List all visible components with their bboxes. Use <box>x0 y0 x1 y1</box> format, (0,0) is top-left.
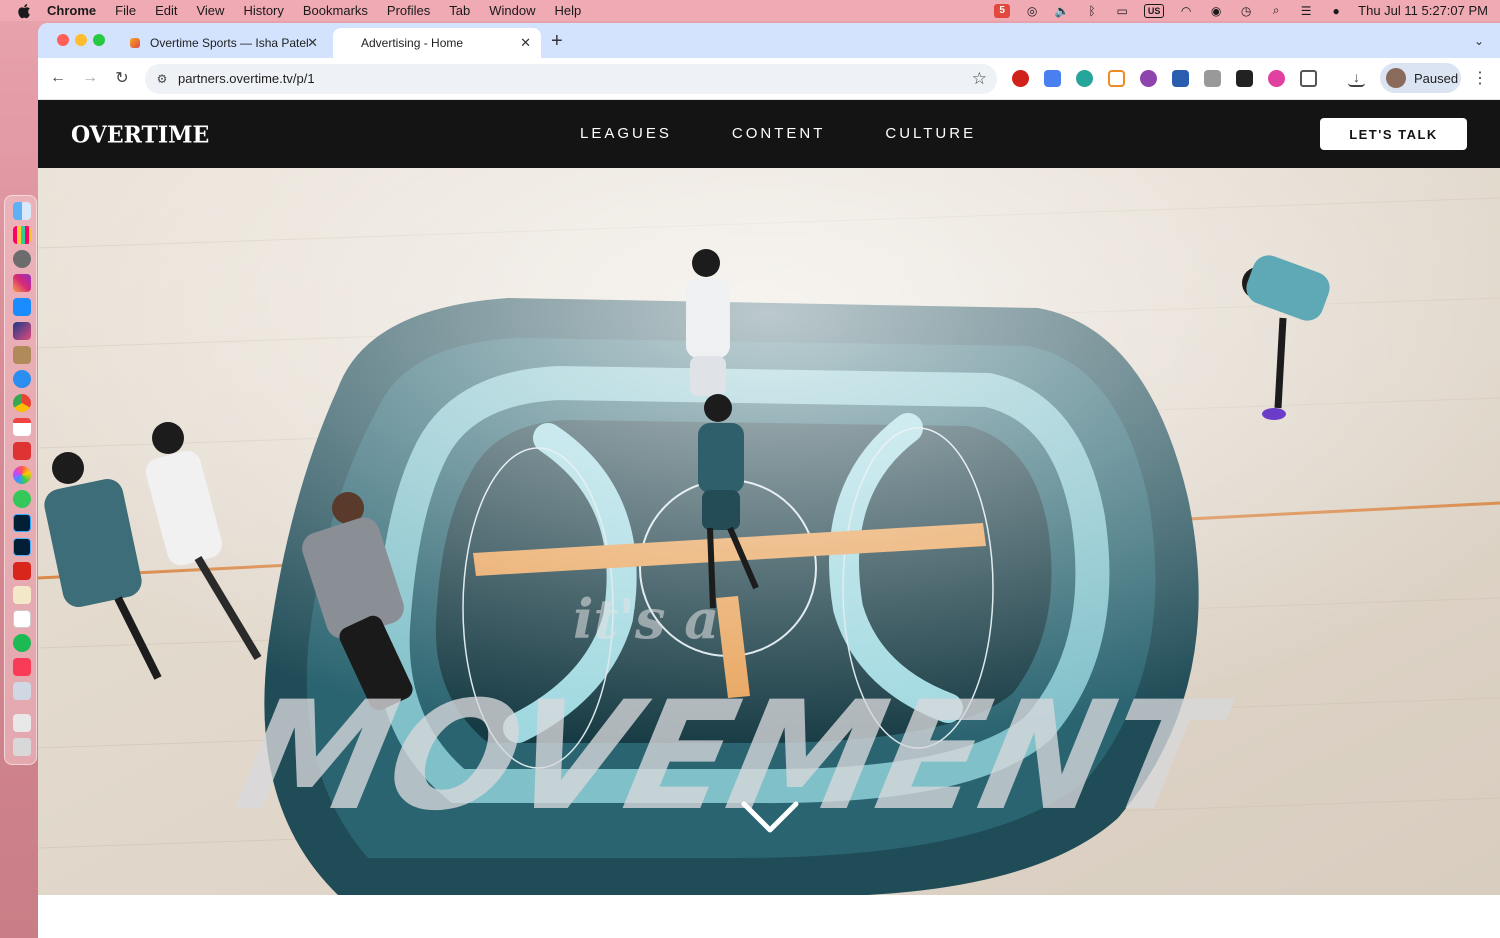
menu-profiles[interactable]: Profiles <box>387 3 430 18</box>
macos-menu-bar: Chrome File Edit View History Bookmarks … <box>0 0 1500 21</box>
new-tab-button[interactable]: + <box>551 30 563 53</box>
messages-icon[interactable] <box>13 490 31 508</box>
launchpad-icon[interactable] <box>13 226 31 244</box>
menu-clock[interactable]: Thu Jul 11 5:27:07 PM <box>1358 3 1488 18</box>
user-icon[interactable]: ◉ <box>1208 4 1224 18</box>
overlay-its-a-text: it's a <box>573 587 719 651</box>
overlay-movement-text: MOVEMENT <box>224 669 1241 844</box>
menu-tab[interactable]: Tab <box>449 3 470 18</box>
profile-button[interactable]: Paused <box>1380 63 1461 93</box>
hero-court-illustration: it's a MOVEMENT <box>38 168 1500 895</box>
time-machine-icon[interactable]: ◷ <box>1238 4 1254 18</box>
m-extension-icon[interactable] <box>1076 70 1093 87</box>
close-window-button[interactable] <box>57 34 69 46</box>
photoshop-icon[interactable] <box>13 514 31 532</box>
tab-advertising-home[interactable]: Advertising - Home ✕ <box>333 28 541 58</box>
instagram-app-icon[interactable] <box>13 274 31 292</box>
app-store-icon[interactable] <box>13 298 31 316</box>
translate-extension-icon[interactable] <box>1044 70 1061 87</box>
apple-icon[interactable] <box>17 3 31 19</box>
address-bar[interactable]: ⚙ partners.overtime.tv/p/1 ☆ <box>145 64 997 94</box>
notes-folder-icon[interactable] <box>13 586 31 604</box>
page-content-below-fold <box>38 895 1500 938</box>
menu-history[interactable]: History <box>243 3 283 18</box>
screen-recorder-icon[interactable] <box>13 322 31 340</box>
bookmark-star-icon[interactable]: ☆ <box>972 69 987 89</box>
overtime-logo[interactable]: OVERTIME <box>71 121 209 148</box>
profile-status-label: Paused <box>1414 70 1459 86</box>
downloads-icon[interactable]: ↓ <box>1348 70 1365 87</box>
tab-strip: Overtime Sports — Isha Patel ✕ Advertisi… <box>38 23 1500 58</box>
menu-help[interactable]: Help <box>555 3 582 18</box>
spotify-icon[interactable] <box>13 634 31 652</box>
tab-title: Overtime Sports — Isha Patel <box>150 36 309 50</box>
nav-link-content[interactable]: CONTENT <box>732 125 826 142</box>
re-extension-icon[interactable] <box>1172 70 1189 87</box>
dock <box>4 195 37 765</box>
grey-extension-icon[interactable] <box>1204 70 1221 87</box>
font-extension-icon[interactable] <box>1236 70 1253 87</box>
tab-title: Advertising - Home <box>361 36 464 50</box>
browser-toolbar: ← → ↻ ⚙ partners.overtime.tv/p/1 ☆ ↓ Pau… <box>38 58 1500 100</box>
lets-talk-button[interactable]: LET'S TALK <box>1320 118 1467 150</box>
wifi-icon[interactable]: ◠ <box>1178 4 1194 18</box>
control-center-icon[interactable]: ☰ <box>1298 4 1314 18</box>
freeform-icon[interactable] <box>13 610 31 628</box>
chrome-menu-icon[interactable]: ⋮ <box>1472 68 1488 88</box>
menu-window[interactable]: Window <box>489 3 535 18</box>
address-url[interactable]: partners.overtime.tv/p/1 <box>178 71 315 86</box>
spotlight-search-icon[interactable]: ⌕ <box>1268 3 1284 18</box>
back-button[interactable]: ← <box>48 68 68 88</box>
tab-search-chevron-icon[interactable]: ⌄ <box>1468 30 1490 52</box>
extensions-puzzle-icon[interactable] <box>1300 70 1317 87</box>
menu-view[interactable]: View <box>196 3 224 18</box>
purple-extension-icon[interactable] <box>1140 70 1157 87</box>
hero-video: it's a MOVEMENT <box>38 168 1500 895</box>
zoom-window-button[interactable] <box>93 34 105 46</box>
site-header: OVERTIME LEAGUES CONTENT CULTURE LET'S T… <box>38 100 1500 168</box>
music-icon[interactable] <box>13 658 31 676</box>
calendar-icon[interactable] <box>13 418 31 436</box>
tab-overtime-sports[interactable]: Overtime Sports — Isha Patel ✕ <box>118 28 328 58</box>
battery-icon[interactable]: ▭ <box>1114 4 1130 18</box>
nav-link-leagues[interactable]: LEAGUES <box>580 125 672 142</box>
html5-status-icon[interactable]: 5 <box>994 3 1011 18</box>
preview-icon[interactable] <box>13 682 31 700</box>
photos-icon[interactable] <box>13 466 31 484</box>
chrome-icon[interactable] <box>13 394 31 412</box>
minimize-window-button[interactable] <box>75 34 87 46</box>
profile-avatar <box>1386 68 1406 88</box>
keyboard-input-badge[interactable]: US <box>1144 3 1165 18</box>
volume-icon[interactable]: 🔈 <box>1054 4 1070 18</box>
menu-bookmarks[interactable]: Bookmarks <box>303 3 368 18</box>
forward-button[interactable]: → <box>80 68 100 88</box>
close-tab-icon[interactable]: ✕ <box>520 35 531 51</box>
bluetooth-icon[interactable]: ᛒ <box>1084 4 1100 18</box>
reload-button[interactable]: ↻ <box>112 68 132 88</box>
close-tab-icon[interactable]: ✕ <box>307 35 318 51</box>
site-controls-icon[interactable]: ⚙ <box>154 71 170 87</box>
photo-booth-icon[interactable] <box>13 442 31 460</box>
orange-grid-extension-icon[interactable] <box>1108 70 1125 87</box>
nav-link-culture[interactable]: CULTURE <box>885 125 976 142</box>
system-settings-icon[interactable] <box>13 250 31 268</box>
trash-icon[interactable] <box>13 738 31 756</box>
adblock-extension-icon[interactable] <box>1012 70 1029 87</box>
safari-icon[interactable] <box>13 370 31 388</box>
siri-icon[interactable]: ● <box>1328 4 1344 18</box>
finder-icon[interactable] <box>13 202 31 220</box>
overtime-favicon-icon <box>130 38 140 48</box>
downloads-stack-icon[interactable] <box>13 714 31 732</box>
acrobat-icon[interactable] <box>13 562 31 580</box>
scroll-down-chevron-icon[interactable] <box>740 800 800 836</box>
menu-edit[interactable]: Edit <box>155 3 177 18</box>
browser-window: Overtime Sports — Isha Patel ✕ Advertisi… <box>38 23 1500 938</box>
pink-extension-icon[interactable] <box>1268 70 1285 87</box>
notes-app-icon[interactable] <box>13 346 31 364</box>
menu-file[interactable]: File <box>115 3 136 18</box>
airdrop-icon[interactable]: ◎ <box>1024 4 1040 18</box>
menu-app-name[interactable]: Chrome <box>47 3 96 18</box>
lightroom-classic-icon[interactable] <box>13 538 31 556</box>
site-nav: LEAGUES CONTENT CULTURE <box>580 125 976 142</box>
